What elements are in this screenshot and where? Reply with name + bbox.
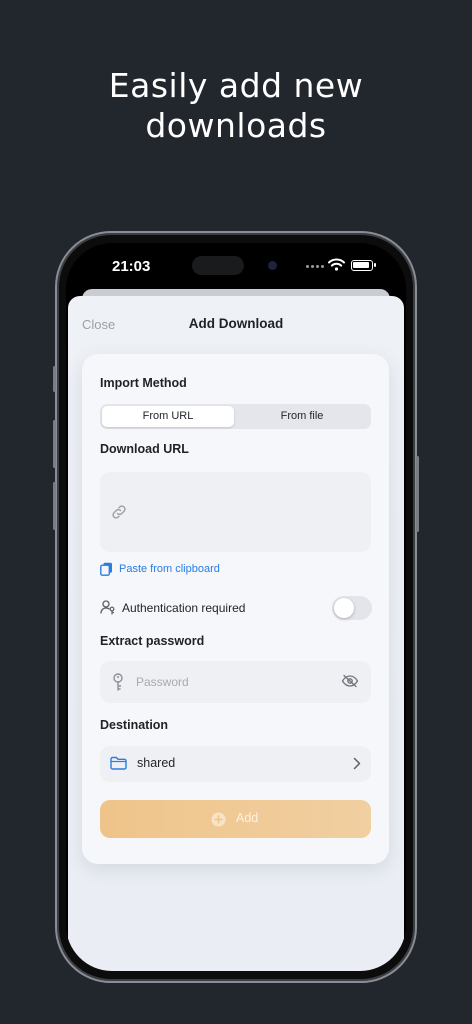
chevron-right-icon	[353, 757, 361, 770]
toggle-knob	[334, 598, 354, 618]
battery-icon	[351, 260, 376, 271]
add-button[interactable]: Add	[100, 800, 371, 838]
plus-circle-icon	[211, 812, 226, 827]
headline-line-1: Easily add new	[108, 66, 364, 105]
destination-value: shared	[137, 756, 176, 770]
phone-screen: 21:03 Close Add Download Import Method F…	[66, 243, 406, 971]
eye-slash-icon[interactable]	[341, 674, 359, 688]
phone-side-button	[53, 366, 56, 392]
authentication-row: Authentication required	[100, 594, 372, 624]
phone-power-button	[416, 456, 419, 532]
paste-label: Paste from clipboard	[119, 563, 220, 575]
marketing-headline: Easily add new downloads	[0, 66, 472, 146]
segment-from-url[interactable]: From URL	[102, 406, 234, 427]
link-icon	[112, 505, 126, 519]
import-method-segmented-control: From URL From file	[100, 404, 371, 429]
password-field	[100, 661, 371, 703]
status-time: 21:03	[112, 258, 151, 275]
destination-label: Destination	[100, 718, 169, 732]
password-input[interactable]	[136, 672, 326, 692]
download-url-label: Download URL	[100, 442, 189, 456]
phone-side-button	[53, 482, 56, 530]
sheet-title: Add Download	[188, 316, 284, 331]
download-url-input[interactable]	[100, 472, 371, 552]
folder-icon	[110, 756, 127, 770]
camera-icon	[268, 261, 277, 270]
segment-from-file[interactable]: From file	[236, 406, 368, 427]
add-download-sheet: Close Add Download Import Method From UR…	[68, 296, 404, 971]
authentication-toggle[interactable]	[332, 596, 372, 620]
user-key-icon	[100, 600, 115, 615]
add-label: Add	[236, 811, 259, 825]
paste-from-clipboard-button[interactable]: Paste from clipboard	[100, 562, 220, 576]
wifi-icon	[328, 258, 345, 271]
headline-line-2: downloads	[145, 106, 327, 145]
phone-side-button	[53, 420, 56, 468]
key-icon	[113, 673, 123, 691]
destination-selector[interactable]: shared	[100, 746, 371, 782]
extract-password-label: Extract password	[100, 634, 205, 648]
clipboard-icon	[100, 562, 112, 576]
cellular-signal-icon	[306, 265, 324, 268]
import-method-label: Import Method	[100, 376, 187, 390]
status-bar: 21:03	[66, 243, 406, 289]
authentication-label: Authentication required	[122, 601, 246, 615]
form-card: Import Method From URL From file Downloa…	[82, 354, 389, 864]
dynamic-island	[192, 256, 244, 275]
